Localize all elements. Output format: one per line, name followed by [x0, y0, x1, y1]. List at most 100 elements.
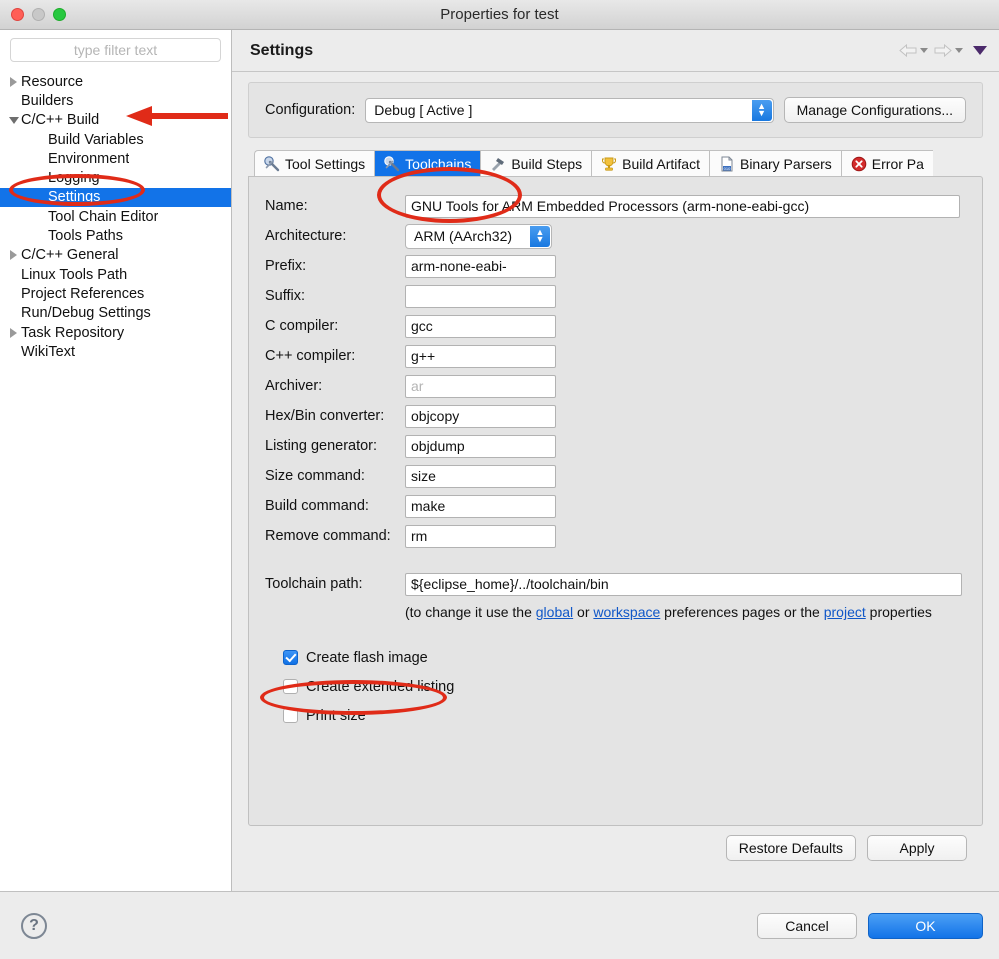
checkbox-create-flash-image[interactable] — [283, 650, 298, 665]
sidebar-item-environment[interactable]: Environment — [0, 149, 231, 168]
sidebar-item-label: Task Repository — [21, 324, 125, 341]
sidebar-item-label: C/C++ General — [21, 247, 119, 264]
toolchain-path-hint: (to change it use the global or workspac… — [405, 604, 932, 620]
field-label-build-command: Build command: — [265, 498, 369, 514]
help-question-icon[interactable]: ? — [21, 912, 47, 939]
wrench-screwdriver-icon — [264, 155, 280, 171]
sidebar-item-label: Project References — [21, 285, 145, 302]
architecture-select-caret-icon: ▲ ▼ — [530, 225, 550, 247]
toolchain-path-row: Toolchain path: ${eclipse_home}/../toolc… — [265, 569, 966, 599]
sidebar-item-run-debug-settings[interactable]: Run/Debug Settings — [0, 304, 231, 323]
tab-tool-settings[interactable]: Tool Settings — [254, 150, 375, 176]
chevron-right-icon[interactable] — [6, 76, 21, 87]
input-archiver[interactable]: ar — [405, 374, 556, 398]
forward-arrow-icon — [934, 43, 952, 58]
sidebar-item-label: Run/Debug Settings — [21, 305, 151, 322]
field-row-c++-compiler: C++ compiler: g++ — [265, 341, 966, 371]
sidebar-item-builders[interactable]: Builders — [0, 91, 231, 110]
architecture-select[interactable]: ARM (AArch32) ▲ ▼ — [405, 223, 552, 249]
input-prefix[interactable]: arm-none-eabi- — [405, 254, 556, 278]
sidebar-item-c-c-general[interactable]: C/C++ General — [0, 246, 231, 265]
filter-input[interactable]: type filter text — [10, 38, 221, 62]
window-title: Properties for test — [440, 6, 559, 23]
restore-defaults-button[interactable]: Restore Defaults — [725, 835, 856, 861]
sidebar-item-build-variables[interactable]: Build Variables — [0, 130, 231, 149]
input-suffix[interactable] — [405, 284, 556, 308]
chevron-down-icon[interactable] — [6, 116, 21, 125]
sidebar-item-tools-paths[interactable]: Tools Paths — [0, 226, 231, 245]
project-properties-link[interactable]: project — [824, 604, 866, 620]
page-nav-tools — [897, 41, 987, 60]
input-c-compiler[interactable]: gcc — [405, 314, 556, 338]
checkbox-row-create-extended-listing[interactable]: Create extended listing — [265, 672, 966, 701]
sidebar-item-tool-chain-editor[interactable]: Tool Chain Editor — [0, 207, 231, 226]
input-hex-bin-converter[interactable]: objcopy — [405, 404, 556, 428]
toolchain-path-label: Toolchain path: — [265, 576, 363, 592]
tab-label: Binary Parsers — [739, 155, 832, 172]
sidebar-item-logging[interactable]: Logging — [0, 168, 231, 187]
tab-binary-parsers[interactable]: 010 Binary Parsers — [708, 150, 841, 176]
view-menu-triangle-icon[interactable] — [973, 46, 987, 55]
workspace-preferences-link[interactable]: workspace — [593, 604, 660, 620]
configuration-select[interactable]: Debug [ Active ] ▲ ▼ — [365, 97, 774, 123]
back-arrow-icon — [899, 43, 917, 58]
sidebar-item-linux-tools-path[interactable]: Linux Tools Path — [0, 265, 231, 284]
sidebar-item-project-references[interactable]: Project References — [0, 284, 231, 303]
sidebar-item-settings[interactable]: Settings — [0, 187, 231, 208]
manage-configurations-button[interactable]: Manage Configurations... — [783, 97, 966, 123]
chevron-right-icon[interactable] — [6, 327, 21, 338]
hint-mid-2: preferences pages or the — [660, 604, 824, 620]
chevron-right-icon[interactable] — [6, 250, 21, 261]
input-c++-compiler[interactable]: g++ — [405, 344, 556, 368]
cancel-button[interactable]: Cancel — [757, 912, 857, 939]
page-header: Settings — [232, 30, 999, 72]
input-remove-command[interactable]: rm — [405, 524, 556, 548]
forward-button[interactable] — [932, 41, 964, 60]
checkbox-row-create-flash-image[interactable]: Create flash image — [265, 643, 966, 672]
configuration-label: Configuration: — [265, 102, 356, 118]
sidebar-item-task-repository[interactable]: Task Repository — [0, 323, 231, 342]
apply-button[interactable]: Apply — [867, 835, 967, 861]
sidebar-item-label: Linux Tools Path — [21, 266, 128, 283]
page-title: Settings — [250, 41, 314, 59]
checkbox-row-print-size[interactable]: Print size — [265, 701, 966, 730]
input-size-command[interactable]: size — [405, 464, 556, 488]
svg-text:010: 010 — [724, 166, 731, 171]
tab-toolchains[interactable]: Toolchains — [374, 150, 481, 176]
global-preferences-link[interactable]: global — [536, 604, 573, 620]
architecture-value: ARM (AArch32) — [414, 228, 513, 244]
tab-build-artifact[interactable]: Build Artifact — [591, 150, 709, 176]
hint-mid-1: or — [573, 604, 594, 620]
toolchain-fields: Name: GNU Tools for ARM Embedded Processo… — [265, 191, 966, 551]
tab-error-pa[interactable]: Error Pa — [840, 150, 933, 176]
settings-content: Settings Configuration: Debug [Active]… — [232, 30, 999, 891]
back-button[interactable] — [897, 41, 929, 60]
sidebar-item-label: C/C++ Build — [21, 112, 100, 129]
input-listing-generator[interactable]: objdump — [405, 434, 556, 458]
sidebar-item-label: Tools Paths — [48, 228, 123, 245]
ok-button[interactable]: OK — [868, 912, 983, 939]
back-dropdown-caret-icon[interactable] — [920, 48, 928, 53]
checkbox-label-create-extended-listing: Create extended listing — [306, 678, 455, 695]
checkbox-create-extended-listing[interactable] — [283, 679, 298, 694]
settings-tabbar: Tool Settings Toolchains Build Steps Build … — [254, 150, 983, 176]
toolchain-path-input[interactable]: ${eclipse_home}/../toolchain/bin — [405, 572, 962, 596]
field-row-c-compiler: C compiler: gcc — [265, 311, 966, 341]
checkbox-label-print-size: Print size — [306, 707, 366, 724]
forward-dropdown-caret-icon[interactable] — [955, 48, 963, 53]
sidebar-item-wikitext[interactable]: WikiText — [0, 342, 231, 361]
hint-suffix: properties — [865, 604, 932, 620]
window-titlebar: Properties for test — [0, 0, 999, 30]
tab-label: Error Pa — [871, 155, 924, 172]
sidebar-item-label: Resource — [21, 73, 84, 90]
checkbox-print-size[interactable] — [283, 708, 298, 723]
tab-build-steps[interactable]: Build Steps — [480, 150, 592, 176]
field-label-listing-generator: Listing generator: — [265, 438, 378, 454]
input-build-command[interactable]: make — [405, 494, 556, 518]
input-name[interactable]: GNU Tools for ARM Embedded Processors (a… — [405, 194, 960, 218]
hammer-icon — [492, 157, 505, 171]
tab-label: Tool Settings — [285, 155, 366, 172]
sidebar-item-resource[interactable]: Resource — [0, 72, 231, 91]
sidebar-item-c-c-build[interactable]: C/C++ Build — [0, 111, 231, 130]
properties-dialog: Properties for test type filter text Res… — [0, 0, 999, 959]
